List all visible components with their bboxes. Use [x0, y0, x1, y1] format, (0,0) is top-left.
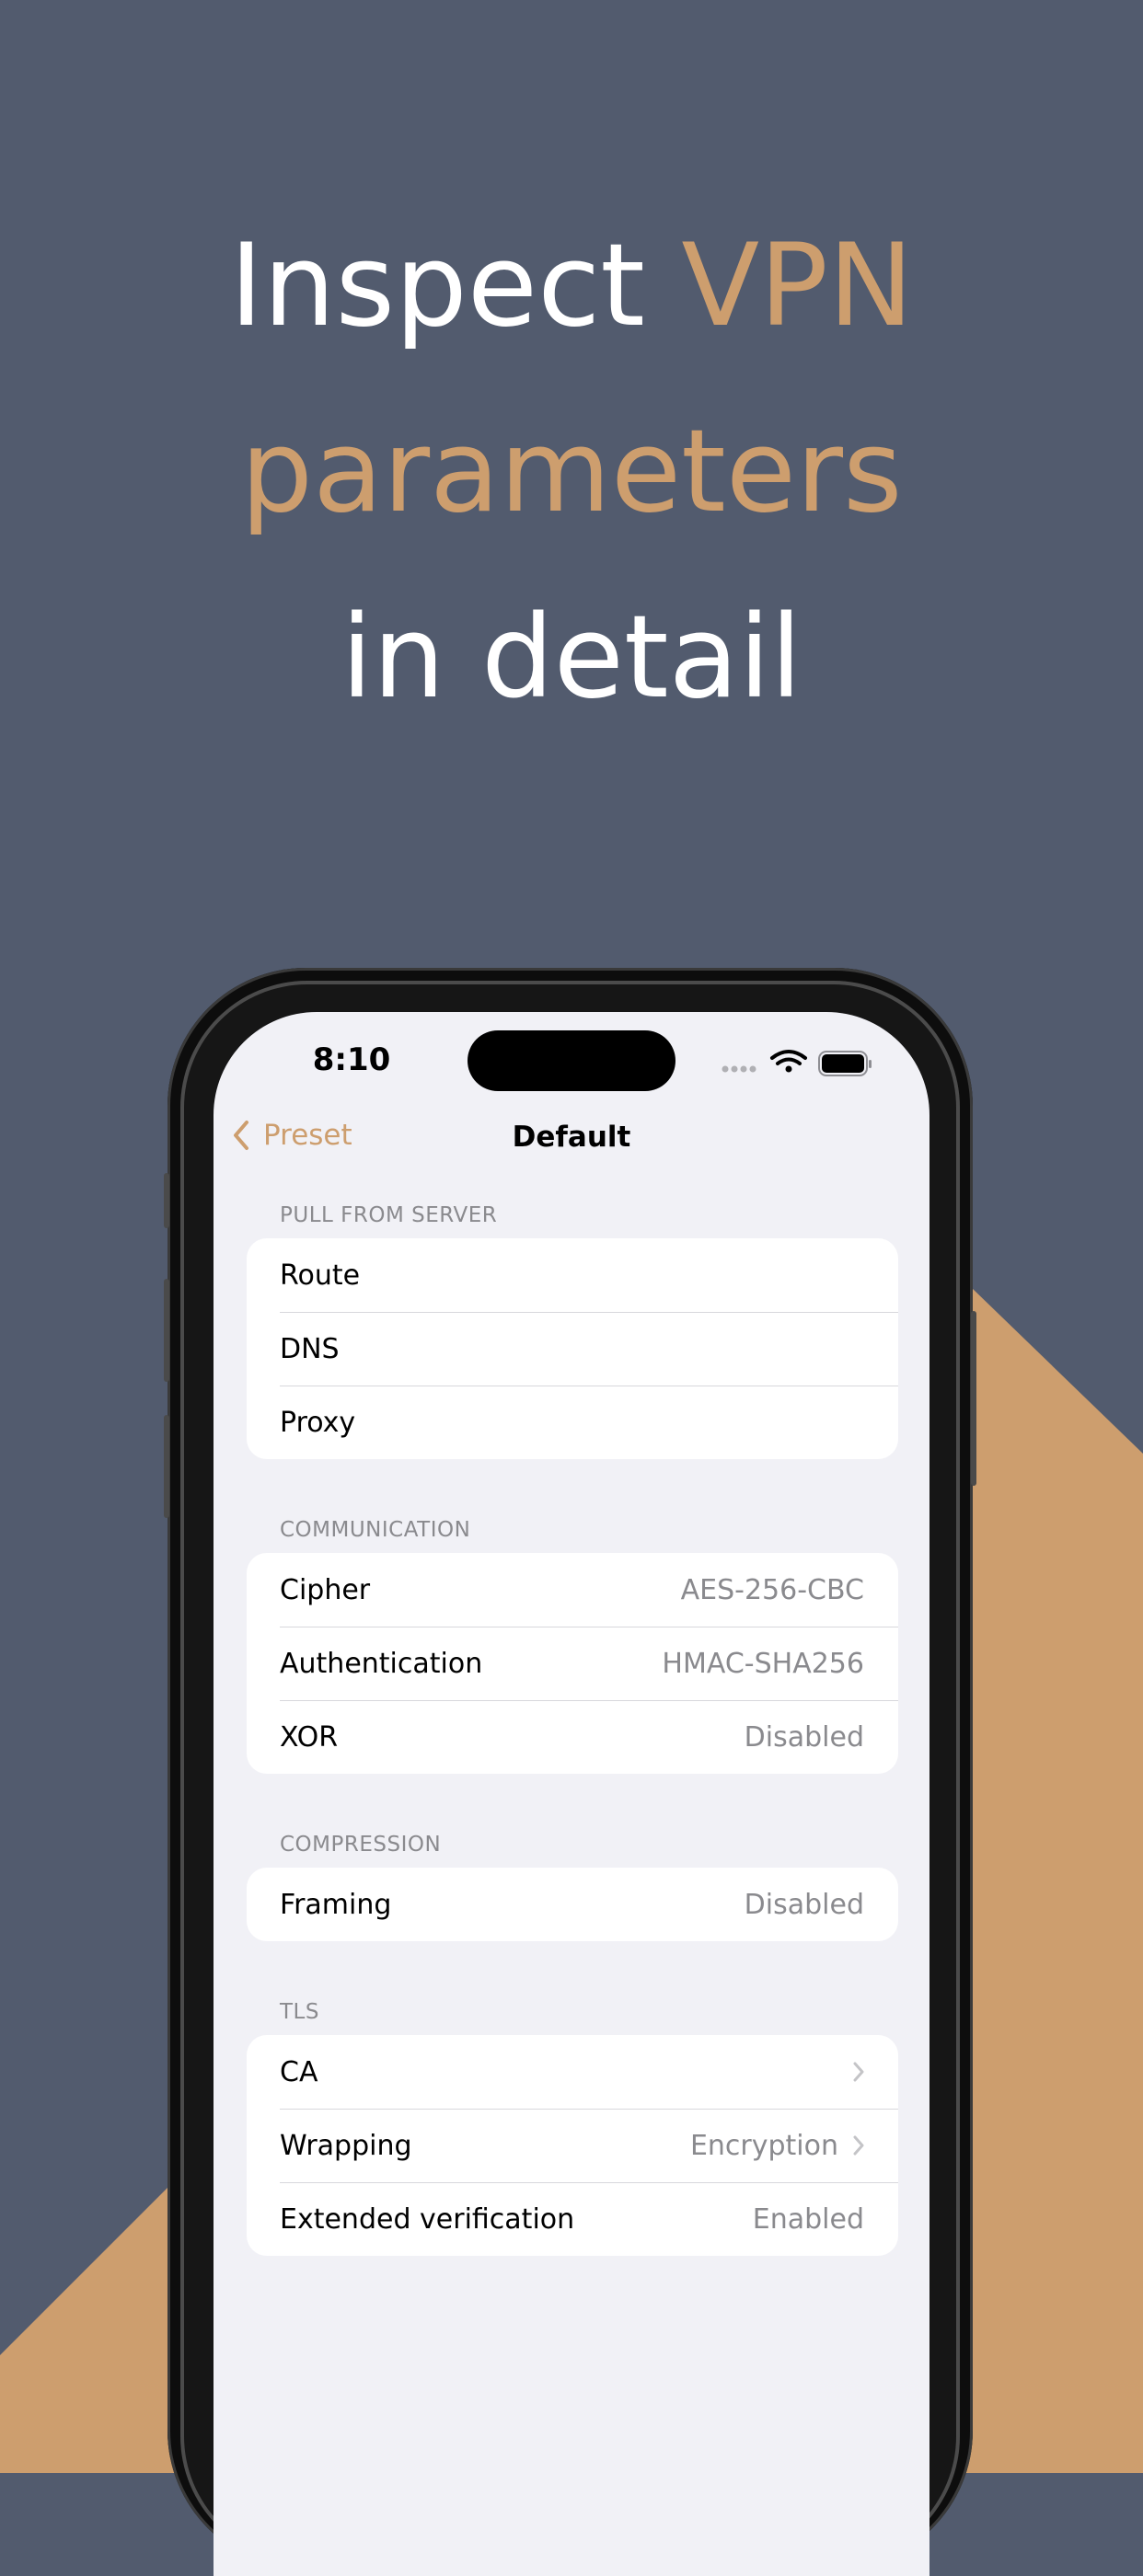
phone-power-button: [971, 1311, 976, 1486]
group-pull-from-server: Route DNS Proxy: [247, 1238, 898, 1459]
page-title: Default: [512, 1121, 631, 1154]
dynamic-island: [468, 1030, 675, 1091]
chevron-right-icon: [853, 2135, 864, 2156]
row-value: Disabled: [744, 1888, 864, 1921]
section-header-compression: COMPRESSION: [280, 1833, 442, 1857]
row-label: Extended verification: [280, 2202, 575, 2236]
row-value: HMAC-SHA256: [662, 1647, 864, 1680]
row-value: Enabled: [752, 2202, 864, 2236]
row-extended-verification[interactable]: Extended verification Enabled: [247, 2182, 898, 2256]
signal-dots-icon: [722, 1065, 756, 1073]
row-value: Disabled: [744, 1720, 864, 1754]
status-time: 8:10: [312, 1041, 391, 1078]
phone-mute-switch: [164, 1173, 169, 1228]
section-header-communication: COMMUNICATION: [280, 1518, 471, 1542]
row-xor[interactable]: XOR Disabled: [247, 1700, 898, 1774]
row-value: AES-256-CBC: [680, 1573, 864, 1606]
row-label: Framing: [280, 1888, 392, 1921]
chevron-right-icon: [853, 2062, 864, 2082]
row-framing[interactable]: Framing Disabled: [247, 1868, 898, 1941]
phone-volume-down: [164, 1415, 169, 1518]
row-label: Route: [280, 1259, 361, 1292]
accent-shape-left: [0, 2180, 175, 2473]
row-route[interactable]: Route: [247, 1238, 898, 1312]
row-label: Wrapping: [280, 2129, 412, 2162]
row-label: CA: [280, 2055, 318, 2088]
row-wrapping[interactable]: Wrapping Encryption: [247, 2109, 898, 2182]
row-label: Proxy: [280, 1406, 356, 1439]
group-compression: Framing Disabled: [247, 1868, 898, 1941]
row-label: DNS: [280, 1332, 340, 1365]
status-icons-svg: [722, 1050, 872, 1076]
battery-icon: [818, 1051, 872, 1076]
phone-screen: 8:10 Preset Default PULL FROM SERVER Rou…: [214, 1012, 929, 2576]
status-icons: [720, 1041, 904, 1082]
section-header-tls: TLS: [280, 2000, 319, 2024]
row-label: Cipher: [280, 1573, 371, 1606]
row-ca[interactable]: CA: [247, 2035, 898, 2109]
navigation-bar: Preset Default: [214, 1104, 929, 1174]
row-authentication[interactable]: Authentication HMAC-SHA256: [247, 1627, 898, 1700]
row-cipher[interactable]: Cipher AES-256-CBC: [247, 1553, 898, 1627]
row-label: Authentication: [280, 1647, 483, 1680]
row-label: XOR: [280, 1720, 339, 1754]
wifi-icon: [770, 1050, 807, 1073]
row-proxy[interactable]: Proxy: [247, 1386, 898, 1459]
row-dns[interactable]: DNS: [247, 1312, 898, 1386]
section-header-pull-from-server: PULL FROM SERVER: [280, 1203, 498, 1227]
row-value: Encryption: [689, 2129, 838, 2162]
phone-volume-up: [164, 1279, 169, 1382]
group-tls: CA Wrapping Encryption Extended verifica…: [247, 2035, 898, 2256]
group-communication: Cipher AES-256-CBC Authentication HMAC-S…: [247, 1553, 898, 1774]
